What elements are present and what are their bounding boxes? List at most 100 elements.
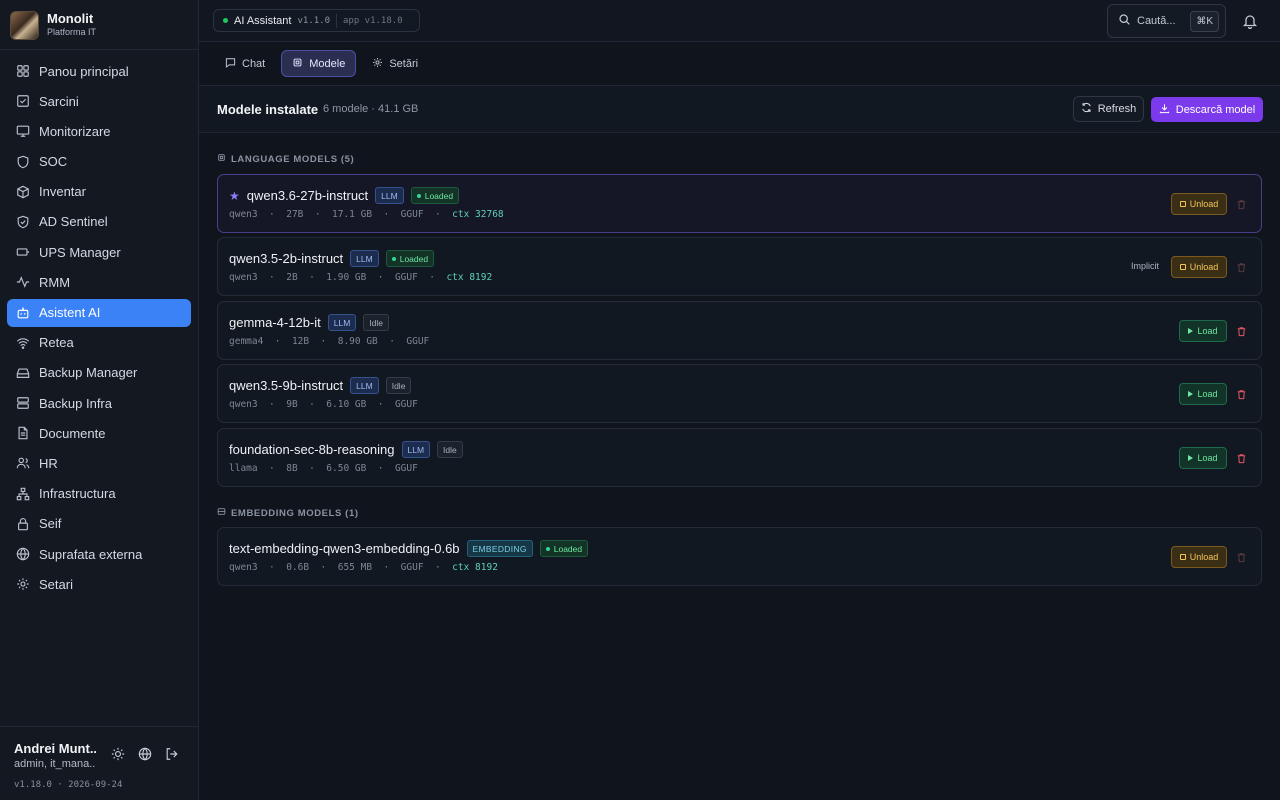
trash-icon[interactable] (1236, 452, 1247, 464)
model-name: gemma-4-12b-it (229, 315, 321, 330)
model-family: qwen3 (229, 399, 258, 410)
model-family: llama (229, 463, 258, 474)
load-button[interactable]: Load (1179, 320, 1227, 342)
sidebar-item-monitorizare[interactable]: Monitorizare (7, 117, 191, 145)
download-model-button[interactable]: Descarcă model (1151, 97, 1263, 122)
load-button[interactable]: Load (1179, 383, 1227, 405)
model-card: qwen3.5-9b-instruct LLM Idle qwen3 · 9B … (217, 364, 1262, 423)
user-name: Andrei Munt... (14, 741, 96, 756)
divider (0, 726, 199, 727)
play-icon (1188, 391, 1194, 397)
cpu-icon (217, 153, 226, 165)
model-family: qwen3 (229, 272, 258, 283)
sidebar-item-ups-manager[interactable]: UPS Manager (7, 238, 191, 266)
status-dot (391, 256, 396, 261)
star-icon[interactable]: ★ (229, 189, 240, 203)
type-badge: LLM (350, 377, 379, 394)
stop-icon (1179, 201, 1186, 207)
assistant-status-pill: AI Assistant v1.1.0 app v1.18.0 (213, 9, 420, 32)
sun-icon[interactable] (109, 745, 127, 763)
sidebar-item-label: Suprafata externa (39, 546, 143, 562)
globe-icon[interactable] (136, 745, 154, 763)
model-size: 8.90 GB (337, 336, 378, 347)
sidebar-item-label: SOC (39, 154, 68, 170)
load-button[interactable]: Load (1179, 447, 1227, 469)
sidebar-item-asistent-ai[interactable]: Asistent AI (7, 298, 191, 327)
status-badge: Loaded (410, 187, 460, 204)
stop-icon (1179, 554, 1186, 560)
tasks-icon (16, 94, 30, 108)
shield-check-icon (16, 215, 30, 229)
brand[interactable]: Monolit Platforma IT (10, 10, 96, 40)
sidebar-item-label: UPS Manager (39, 244, 121, 260)
brand-subtitle: Platforma IT (47, 27, 97, 37)
stop-icon (1179, 264, 1186, 270)
sidebar-item-ad-sentinel[interactable]: AD Sentinel (7, 208, 191, 236)
tab-label: Chat (242, 57, 266, 70)
unload-button[interactable]: Unload (1171, 193, 1227, 215)
sidebar-item-label: Documente (39, 425, 106, 441)
sidebar-item-label: Infrastructura (39, 486, 116, 502)
database-icon (217, 507, 226, 519)
sidebar-item-rmm[interactable]: RMM (7, 268, 191, 296)
sidebar-item-soc[interactable]: SOC (7, 148, 191, 176)
section-title: LANGUAGE MODELS (5) (231, 153, 355, 165)
action-label: Load (1197, 389, 1218, 399)
tab-setari[interactable]: Setări (362, 50, 428, 77)
sidebar-item-infrastructura[interactable]: Infrastructura (7, 480, 191, 508)
model-meta: qwen3 · 2B · 1.90 GB · GGUF · ctx 8192 (229, 272, 493, 283)
refresh-button[interactable]: Refresh (1073, 96, 1144, 122)
sidebar-item-panou-principal[interactable]: Panou principal (7, 57, 191, 85)
unload-button[interactable]: Unload (1171, 546, 1227, 568)
user-role: admin, it_mana... (14, 758, 96, 770)
models-header: Modele instalate 6 modele · 41.1 GB Refr… (199, 85, 1280, 133)
model-ctx: ctx 8192 (452, 562, 498, 573)
bell-icon[interactable] (1242, 13, 1258, 30)
logout-icon[interactable] (163, 745, 181, 763)
sidebar-item-backup-infra[interactable]: Backup Infra (7, 389, 191, 417)
refresh-icon (1081, 102, 1092, 116)
search-icon (1118, 13, 1131, 29)
trash-icon[interactable] (1236, 325, 1247, 337)
type-badge: EMBEDDING (466, 540, 533, 557)
topbar: AI Assistant v1.1.0 app v1.18.0 Caută...… (199, 0, 1280, 42)
default-tag: Implicit (1131, 261, 1160, 271)
action-label: Unload (1189, 199, 1219, 209)
model-format: GGUF (394, 272, 418, 283)
sidebar-item-label: Panou principal (39, 63, 129, 79)
model-ctx: ctx 32768 (452, 209, 504, 220)
sidebar-item-seif[interactable]: Seif (7, 510, 191, 538)
sidebar-item-backup-manager[interactable]: Backup Manager (7, 359, 191, 387)
search-button[interactable]: Caută... ⌘K (1107, 4, 1226, 38)
sidebar-item-retea[interactable]: Retea (7, 329, 191, 357)
model-size: 6.10 GB (326, 399, 367, 410)
unload-button[interactable]: Unload (1171, 256, 1227, 278)
sidebar-item-label: Setari (39, 576, 73, 592)
model-card: foundation-sec-8b-reasoning LLM Idle lla… (217, 428, 1262, 487)
gear-icon (16, 577, 30, 591)
model-format: GGUF (400, 562, 424, 573)
trash-icon[interactable] (1236, 551, 1247, 563)
lock-icon (16, 517, 30, 531)
sidebar-item-setari[interactable]: Setari (7, 570, 191, 598)
download-icon (1159, 103, 1170, 117)
sidebar-item-hr[interactable]: HR (7, 449, 191, 477)
sidebar: Monolit Platforma IT Panou principal Sar… (0, 0, 199, 800)
trash-icon[interactable] (1236, 388, 1247, 400)
tab-chat[interactable]: Chat (215, 50, 275, 77)
model-format: GGUF (400, 209, 424, 220)
type-badge: LLM (327, 314, 357, 331)
tab-label: Setări (389, 57, 419, 70)
brand-name: Monolit (47, 11, 94, 26)
cpu-icon (292, 57, 303, 71)
trash-icon[interactable] (1236, 261, 1247, 273)
sidebar-item-suprafata-externa[interactable]: Suprafata externa (7, 540, 191, 568)
sidebar-item-sarcini[interactable]: Sarcini (7, 87, 191, 115)
status-label: Loaded (399, 253, 429, 264)
status-dot (545, 546, 550, 551)
model-size: 655 MB (337, 562, 373, 573)
trash-icon[interactable] (1236, 198, 1247, 210)
sidebar-item-documente[interactable]: Documente (7, 419, 191, 447)
sidebar-item-inventar[interactable]: Inventar (7, 178, 191, 206)
tab-modele[interactable]: Modele (281, 50, 357, 77)
